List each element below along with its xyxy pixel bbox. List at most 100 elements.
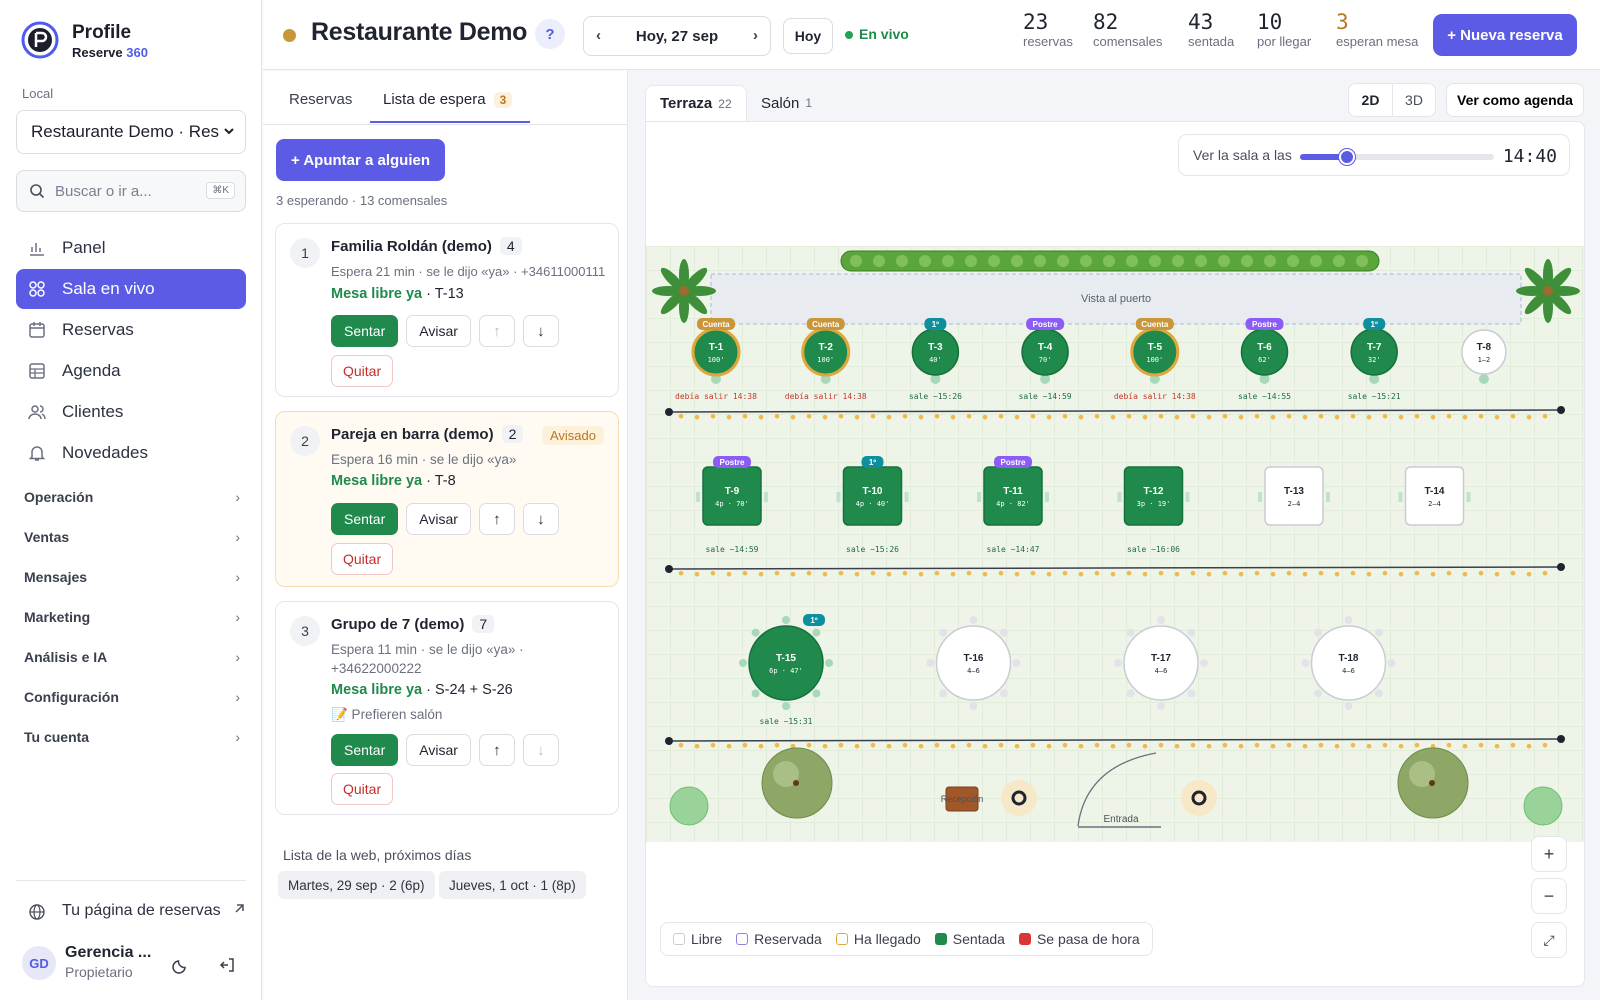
string-light-bulb [742,570,748,576]
table-sub: 32' [1368,356,1381,364]
move-down-button[interactable]: ↓ [522,734,559,766]
remove-button[interactable]: Quitar [331,773,394,805]
sidebar-group-configuración[interactable]: Configuración › [24,689,240,705]
sidebar-group-análisis-e-ia[interactable]: Análisis e IA › [24,649,240,665]
logout-icon[interactable] [218,956,236,974]
web-waitlist-day-chip[interactable]: Jueves, 1 oct · 1 (8p) [439,871,586,899]
sidebar-group-ventas[interactable]: Ventas › [24,529,240,545]
string-light-bulb [950,414,956,420]
chair [999,628,1008,637]
web-waitlist-day-chip[interactable]: Martes, 29 sep · 2 (6p) [278,871,435,899]
sidebar-item-panel[interactable]: Panel [16,228,246,268]
view-2d-button[interactable]: 2D [1349,84,1392,116]
zoom-in-button[interactable]: + [1531,836,1567,872]
my-booking-page-link[interactable]: Tu página de reservas [28,902,246,920]
add-to-waitlist-button[interactable]: + Apuntar a alguien [276,139,445,181]
string-light-bulb [1222,413,1228,419]
string-light-bulb [822,571,828,577]
tab-waitlist[interactable]: Lista de espera 3 [383,91,513,108]
sidebar-item-label: Agenda [62,361,121,380]
move-down-button[interactable]: ↓ [522,503,559,535]
seat-button[interactable]: Sentar [331,734,399,766]
sidebar-item-reservas[interactable]: Reservas [16,310,246,350]
stat-value: 23 [1023,10,1049,34]
move-up-button[interactable]: ↑ [478,315,515,347]
tab-reservas[interactable]: Reservas [289,91,352,108]
string-light-bulb [790,414,796,420]
dark-mode-icon[interactable] [172,956,190,974]
help-button[interactable]: ? [535,19,565,49]
string-light-bulb [1094,742,1100,748]
waitlist-count-badge: 3 [493,92,513,108]
stat-sentada: 43 sentada [1188,10,1234,49]
remove-button[interactable]: Quitar [331,543,394,575]
guest-name: Pareja en barra (demo) 2 [331,425,524,443]
prev-day-button[interactable]: ‹ [596,27,601,44]
time-slider[interactable] [1300,149,1494,165]
seat-button[interactable]: Sentar [331,503,399,535]
string-light-bulb [1046,743,1052,749]
date-picker[interactable]: ‹ Hoy, 27 sep › [583,16,771,56]
sidebar-group-operación[interactable]: Operación › [24,489,240,505]
string-light-bulb [822,414,828,420]
string-light-bulb [1078,743,1084,749]
notify-button[interactable]: Avisar [406,315,471,347]
time-slider-handle[interactable] [1338,149,1355,165]
string-light-bulb [1270,743,1276,749]
next-day-button[interactable]: › [753,27,758,44]
stat-label: esperan mesa [1336,34,1419,49]
legend-label: Reservada [754,931,822,947]
sidebar-item-novedades[interactable]: Novedades [16,433,246,473]
waitlist-entry: 3 Grupo de 7 (demo) 7 Espera 11 min · se … [275,601,619,815]
course-tag-label: Cuenta [1141,320,1169,329]
string-light-bulb [1430,571,1436,577]
string-light-bulb [1062,413,1068,419]
floor-plan-panel: Terraza 22 Salón 1 2D 3D Ver como agenda V… [629,71,1600,1000]
sidebar-group-marketing[interactable]: Marketing › [24,609,240,625]
chair [812,628,821,637]
tabs-divider [263,124,628,125]
string-lights-wire [668,566,1562,570]
legend: Libre Reservada Ha llegado Sentada Se pasa d… [660,922,1153,956]
string-light-bulb [1254,742,1260,748]
chair [1374,628,1383,637]
sidebar-group-tu-cuenta[interactable]: Tu cuenta › [24,729,240,745]
sidebar-item-agenda[interactable]: Agenda [16,351,246,391]
fit-view-button[interactable]: ⤢ [1531,922,1567,958]
sidebar-group-mensajes[interactable]: Mensajes › [24,569,240,585]
move-down-button[interactable]: ↓ [522,315,559,347]
notify-button[interactable]: Avisar [406,734,471,766]
palm-plant [1516,259,1580,323]
table-sub: 70' [1039,356,1052,364]
string-light-bulb [1334,414,1340,420]
string-light-bulb [710,413,716,419]
new-reservation-button[interactable]: + Nueva reserva [1433,14,1577,56]
local-label: Local [22,86,54,101]
string-light-bulb [806,742,812,748]
view-3d-button[interactable]: 3D [1392,84,1435,116]
notify-button[interactable]: Avisar [406,503,471,535]
today-button[interactable]: Hoy [783,18,833,54]
string-light-bulb [1238,743,1244,749]
seat-button[interactable]: Sentar [331,315,399,347]
party-size: 2 [501,425,524,443]
search-input[interactable]: Buscar o ir a... ⌘K [16,170,246,212]
move-up-button[interactable]: ↑ [478,503,515,535]
remove-button[interactable]: Quitar [331,355,394,387]
agenda-view-button[interactable]: Ver como agenda [1446,83,1584,117]
sidebar-item-clientes[interactable]: Clientes [16,392,246,432]
hedge-bush [1356,255,1368,267]
zoom-out-button[interactable]: − [1531,878,1567,914]
hedge-bush [1103,255,1115,267]
hedge-bush [919,255,931,267]
string-light-bulb [950,571,956,577]
table-time-note: sale ~14:47 [987,545,1040,554]
tab-terraza[interactable]: Terraza 22 [645,85,747,121]
sidebar-item-sala-en-vivo[interactable]: Sala en vivo [16,269,246,309]
local-select[interactable]: Restaurante Demo · Res [16,110,246,154]
move-up-button[interactable]: ↑ [478,734,515,766]
string-light-bulb [854,414,860,420]
tab-salon[interactable]: Salón 1 [747,85,826,121]
avatar[interactable]: GD [22,946,56,980]
string-light-bulb [1462,571,1468,577]
